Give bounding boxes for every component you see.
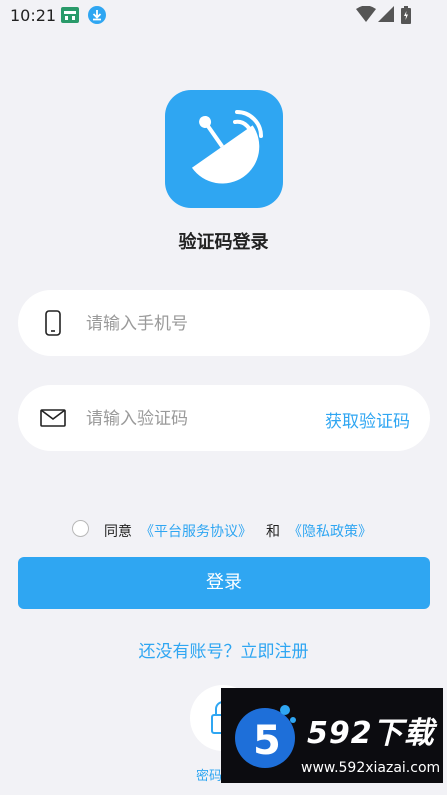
watermark-brand: 592下载 — [307, 716, 435, 751]
page-title: 验证码登录 — [178, 232, 269, 253]
phone-input[interactable] — [84, 306, 308, 342]
phone-icon — [45, 310, 61, 336]
terms-link[interactable]: 《平台服务协议》 — [140, 521, 252, 541]
password-login-label: 密码 — [196, 769, 223, 784]
register-link[interactable]: 还没有账号？立即注册 — [0, 637, 447, 662]
agreement-checkbox[interactable] — [72, 520, 89, 537]
watermark: 5 592下载 www.592xiazai.com — [221, 688, 443, 783]
envelope-icon — [40, 409, 66, 427]
phone-field[interactable] — [18, 290, 430, 356]
watermark-url: www.592xiazai.com — [301, 760, 441, 776]
status-bar: 10:21 — [0, 0, 447, 30]
satellite-dish-icon — [191, 110, 263, 184]
notification-app-icon — [61, 7, 79, 23]
and-text: 和 — [266, 524, 280, 540]
download-icon — [88, 6, 106, 24]
verification-code-input[interactable] — [84, 401, 308, 437]
cellular-signal-icon — [378, 6, 394, 22]
login-button[interactable]: 登录 — [18, 557, 430, 609]
battery-icon — [401, 6, 411, 24]
status-time: 10:21 — [10, 6, 57, 25]
app-logo — [165, 90, 283, 208]
svg-text:5: 5 — [253, 718, 281, 764]
verification-code-field[interactable]: 获取验证码 — [18, 385, 430, 451]
get-code-button[interactable]: 获取验证码 — [325, 407, 410, 432]
watermark-logo-icon: 5 — [235, 705, 296, 768]
wifi-icon — [356, 6, 376, 22]
agree-text: 同意 — [104, 524, 132, 540]
privacy-link[interactable]: 《隐私政策》 — [288, 521, 372, 541]
